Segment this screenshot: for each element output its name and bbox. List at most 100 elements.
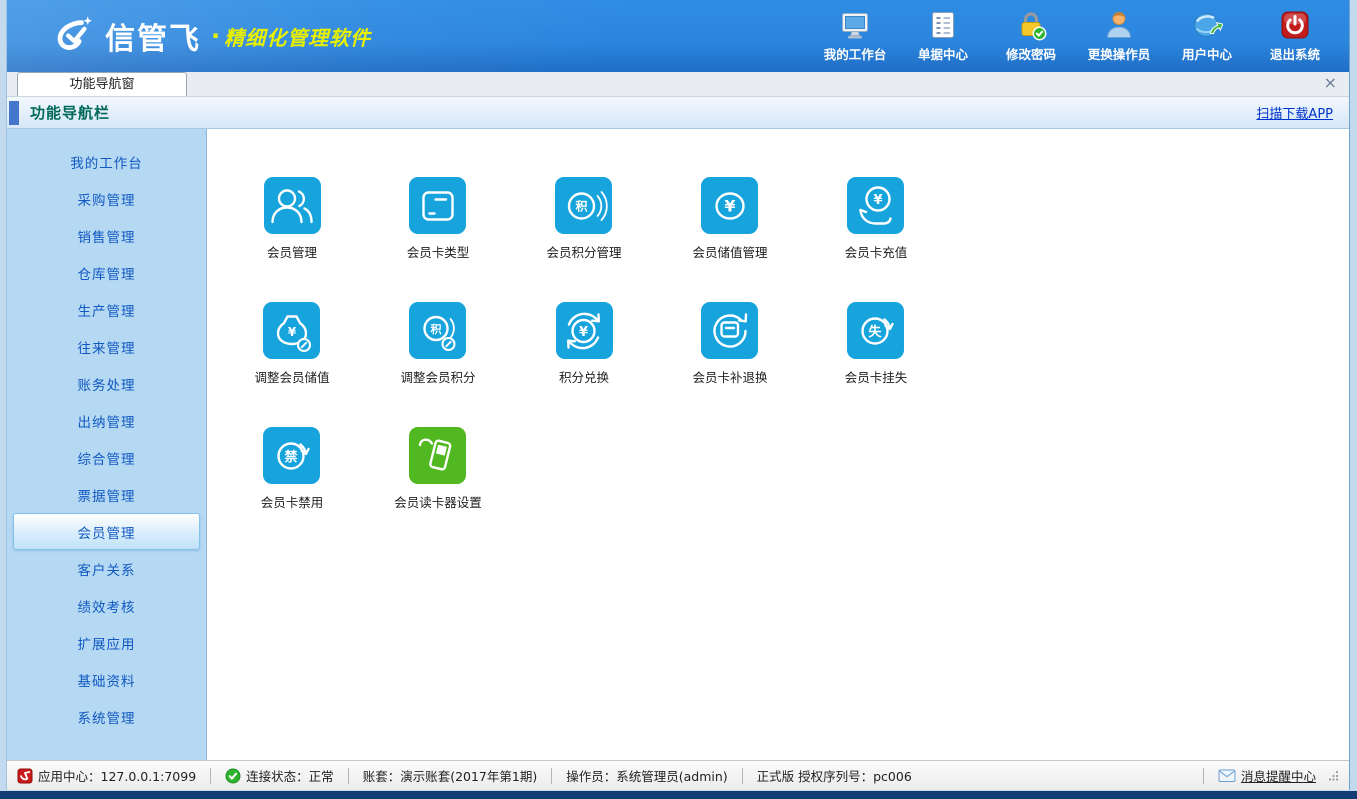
card-refresh-icon <box>701 302 758 359</box>
globe-icon <box>1191 9 1223 41</box>
launcher-adjust-member-points[interactable]: 积调整会员积分 <box>400 302 475 427</box>
launcher-member-card-type[interactable]: 会员卡类型 <box>407 177 470 302</box>
launcher-member-card-reader-settings[interactable]: 会员读卡器设置 <box>394 427 482 552</box>
svg-text:¥: ¥ <box>288 325 297 339</box>
launcher-label: 会员卡补退换 <box>692 367 767 386</box>
connection-ok-icon <box>225 768 241 784</box>
sidebar-item-warehouse-management[interactable]: 仓库管理 <box>13 254 200 291</box>
svg-text:禁: 禁 <box>284 448 297 464</box>
app-center-icon <box>17 768 33 784</box>
main-body: 我的工作台采购管理销售管理仓库管理生产管理往来管理账务处理出纳管理综合管理票据管… <box>7 129 1349 760</box>
sidebar-item-contact-management[interactable]: 往来管理 <box>13 328 200 365</box>
status-separator <box>1203 768 1204 784</box>
tab-function-nav[interactable]: 功能导航窗 <box>17 72 187 96</box>
launcher-label: 会员卡充值 <box>845 242 908 261</box>
hand-yuan-icon: ¥ <box>847 177 904 234</box>
change-password-button[interactable]: 修改密码 <box>991 9 1071 63</box>
account-set-status: 账套：演示账套(2017年第1期) <box>363 766 538 785</box>
launcher-label: 会员卡禁用 <box>261 492 324 511</box>
ban-circle-icon: 禁 <box>263 427 320 484</box>
sidebar-item-member-management[interactable]: 会员管理 <box>13 513 200 550</box>
toolbar-label: 修改密码 <box>1006 44 1056 63</box>
svg-text:¥: ¥ <box>579 324 588 339</box>
window-bottom-edge <box>0 791 1357 799</box>
svg-text:¥: ¥ <box>724 196 735 215</box>
toolbar-label: 退出系统 <box>1270 44 1320 63</box>
toolbar-label: 我的工作台 <box>824 44 887 63</box>
close-icon[interactable]: × <box>1324 75 1337 91</box>
launcher-label: 会员卡挂失 <box>845 367 908 386</box>
launcher-member-card-loss-report[interactable]: 失会员卡挂失 <box>845 302 908 427</box>
points-edit-icon: 积 <box>409 302 466 359</box>
brand-separator: · <box>211 22 220 50</box>
launcher-label: 会员储值管理 <box>692 242 767 261</box>
moneybag-edit-icon: ¥ <box>263 302 320 359</box>
card-reader-icon <box>409 427 466 484</box>
launcher-member-points-management[interactable]: 积会员积分管理 <box>546 177 621 302</box>
resize-grip[interactable] <box>1328 770 1339 781</box>
envelope-icon <box>1218 768 1236 783</box>
sidebar-item-extended-applications[interactable]: 扩展应用 <box>13 624 200 661</box>
sidebar-item-customer-relations[interactable]: 客户关系 <box>13 550 200 587</box>
launcher-points-exchange[interactable]: ¥ 积分兑换 <box>556 302 613 427</box>
power-icon <box>1279 9 1311 41</box>
launcher-member-card-disable[interactable]: 禁会员卡禁用 <box>261 427 324 552</box>
status-separator <box>551 768 552 784</box>
sidebar-item-purchase-management[interactable]: 采购管理 <box>13 180 200 217</box>
launcher-member-card-replacement[interactable]: 会员卡补退换 <box>692 302 767 427</box>
launcher-label: 积分兑换 <box>559 367 609 386</box>
svg-text:¥: ¥ <box>873 193 882 208</box>
brand-name: 信管飞 <box>105 14 201 58</box>
user-center-button[interactable]: 用户中心 <box>1167 9 1247 63</box>
status-separator <box>348 768 349 784</box>
sidebar-item-cashier-management[interactable]: 出纳管理 <box>13 402 200 439</box>
switch-operator-button[interactable]: 更换操作员 <box>1079 9 1159 63</box>
operator-status: 操作员：系统管理员(admin) <box>566 766 727 785</box>
svg-text:积: 积 <box>430 321 441 335</box>
sidebar-item-system-management[interactable]: 系统管理 <box>13 698 200 735</box>
tab-label: 功能导航窗 <box>69 77 134 92</box>
launcher-adjust-member-stored-value[interactable]: ¥调整会员储值 <box>254 302 329 427</box>
sidebar-item-invoice-management[interactable]: 票据管理 <box>13 476 200 513</box>
window-frame: 信管飞 · 精细化管理软件 我的工作台 单据中心 修改密码 更换操作员 用户中心 退出系统… <box>0 0 1357 799</box>
sidebar-item-performance-appraisal[interactable]: 绩效考核 <box>13 587 200 624</box>
loss-circle-icon: 失 <box>847 302 904 359</box>
launcher-member-stored-value-management[interactable]: ¥ 会员储值管理 <box>692 177 767 302</box>
launcher-label: 会员积分管理 <box>546 242 621 261</box>
brand-tagline: 精细化管理软件 <box>224 22 371 51</box>
monitor-icon <box>839 9 871 41</box>
launcher-member-card-recharge[interactable]: ¥ 会员卡充值 <box>845 177 908 302</box>
lock-check-icon <box>1015 9 1047 41</box>
sidebar-item-my-workbench[interactable]: 我的工作台 <box>13 143 200 180</box>
sidebar-item-comprehensive-management[interactable]: 综合管理 <box>13 439 200 476</box>
sidebar-item-production-management[interactable]: 生产管理 <box>13 291 200 328</box>
header-toolbar: 我的工作台 单据中心 修改密码 更换操作员 用户中心 退出系统 <box>815 9 1335 63</box>
sidebar-item-sales-management[interactable]: 销售管理 <box>13 217 200 254</box>
launcher-member-management[interactable]: 会员管理 <box>264 177 321 302</box>
sidebar-item-accounting[interactable]: 账务处理 <box>13 365 200 402</box>
toolbar-label: 用户中心 <box>1182 44 1232 63</box>
section-accent-bar <box>9 101 19 125</box>
toolbar-label: 更换操作员 <box>1088 44 1151 63</box>
doc-list-icon <box>927 9 959 41</box>
launcher-grid: 会员管理会员卡类型积会员积分管理¥会员储值管理¥会员卡充值¥调整会员储值积调整会… <box>207 129 1349 760</box>
svg-text:失: 失 <box>868 323 882 339</box>
svg-text:积: 积 <box>575 198 587 213</box>
my-workbench-button[interactable]: 我的工作台 <box>815 9 895 63</box>
points-icon: 积 <box>555 177 612 234</box>
launcher-label: 会员卡类型 <box>407 242 470 261</box>
toolbar-label: 单据中心 <box>918 44 968 63</box>
brand-swoosh-icon <box>49 15 95 57</box>
document-center-button[interactable]: 单据中心 <box>903 9 983 63</box>
status-bar: 应用中心：127.0.0.1:7099 连接状态：正常 账套：演示账套(2017… <box>7 760 1349 790</box>
section-header: 功能导航栏 扫描下载APP <box>7 97 1349 129</box>
sidebar-item-basic-data[interactable]: 基础资料 <box>13 661 200 698</box>
yuan-circle-icon: ¥ <box>701 177 758 234</box>
exit-system-button[interactable]: 退出系统 <box>1255 9 1335 63</box>
message-center-link[interactable]: 消息提醒中心 <box>1241 766 1316 785</box>
section-title: 功能导航栏 <box>30 102 110 123</box>
card-icon <box>409 177 466 234</box>
person-icon <box>1103 9 1135 41</box>
scan-download-app-link[interactable]: 扫描下载APP <box>1256 103 1333 122</box>
launcher-label: 会员管理 <box>267 242 317 261</box>
